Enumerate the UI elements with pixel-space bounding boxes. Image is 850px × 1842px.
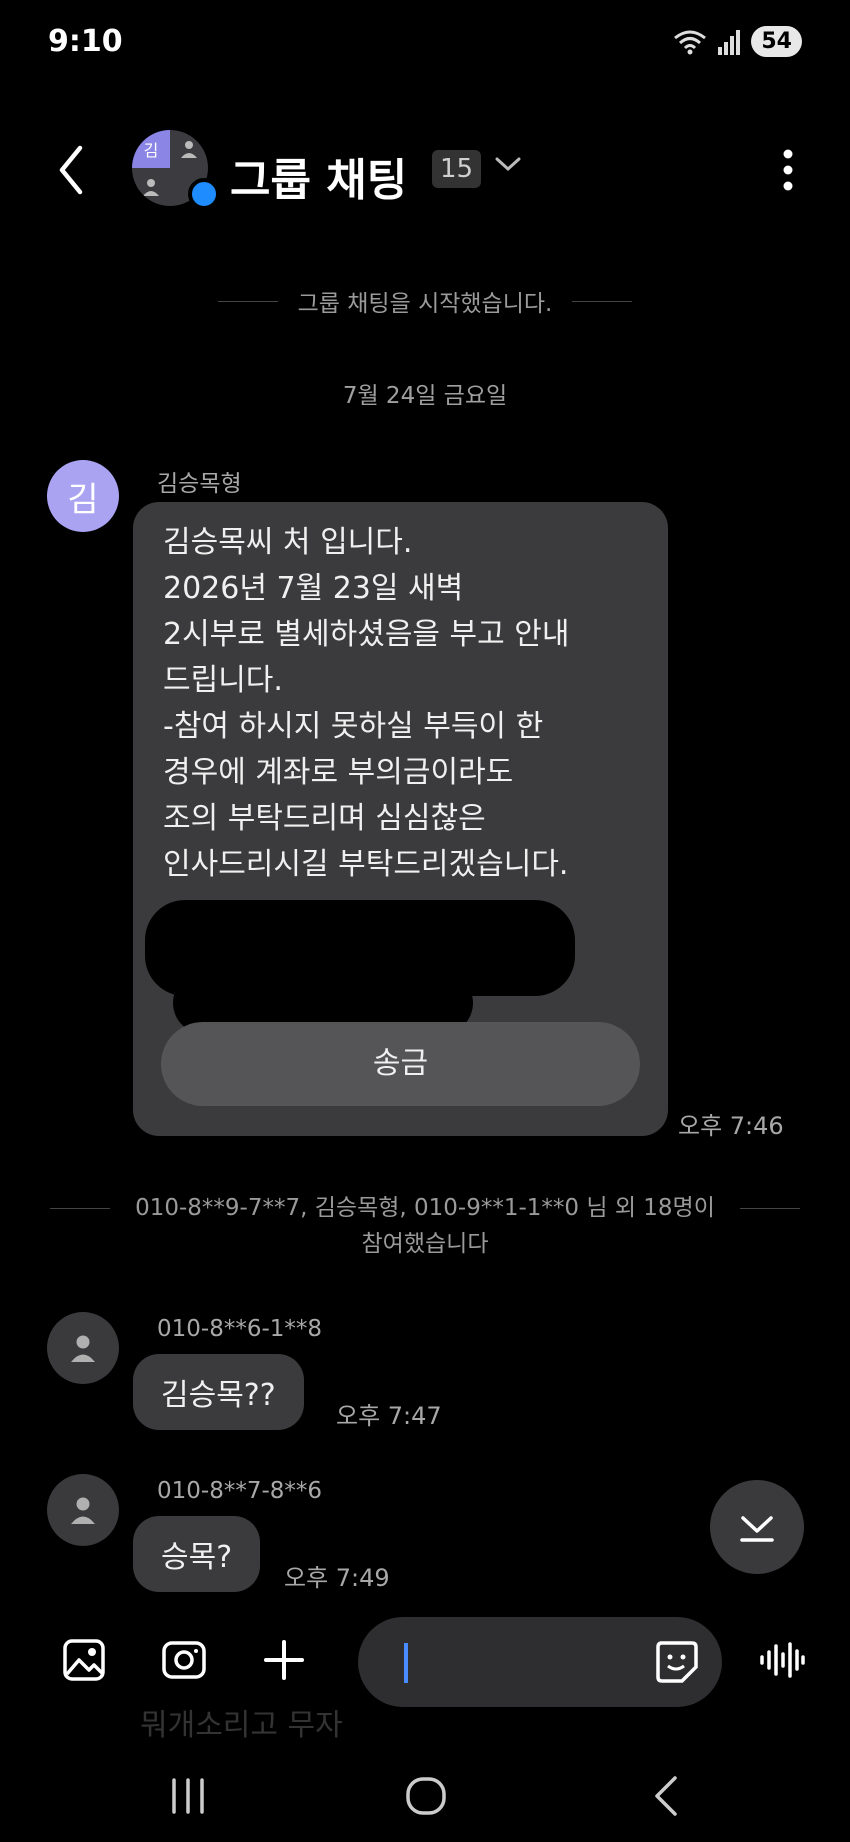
wifi-icon (674, 30, 707, 54)
person-icon (170, 130, 208, 168)
date-separator: 7월 24일 금요일 (342, 383, 508, 409)
sender-name: 김승목형 (157, 471, 242, 497)
chat-badge-icon (188, 178, 220, 210)
voice-input-button[interactable] (754, 1632, 810, 1688)
message-time: 오후 7:49 (284, 1564, 390, 1592)
plus-icon (264, 1640, 304, 1680)
image-icon (63, 1639, 105, 1681)
chevron-left-icon (655, 1776, 677, 1816)
camera-button[interactable] (156, 1632, 212, 1688)
arrow-down-icon (740, 1516, 774, 1542)
message-bubble[interactable]: 김승목?? (133, 1354, 304, 1430)
message-bubble[interactable]: 김승목씨 처 입니다. 2026년 7월 23일 새벽 2시부로 별세하셨음을 … (133, 502, 668, 1136)
message-composer (0, 1612, 850, 1712)
system-notice-started: 그룹 채팅을 시작했습니다. (50, 284, 800, 318)
divider (572, 300, 633, 302)
text-cursor (404, 1643, 408, 1683)
battery-level: 54 (751, 26, 802, 57)
message-line: 2시부로 별세하셨음을 부고 안내 (163, 617, 570, 652)
more-vertical-icon (783, 149, 793, 191)
message-time: 오후 7:47 (336, 1402, 442, 1430)
sender-name: 010-8**6-1**8 (157, 1316, 323, 1342)
message-line: 경우에 계좌로 부의금이라도 (163, 755, 514, 790)
message-bubble[interactable]: 승목? (133, 1516, 261, 1592)
message-line: 2026년 7월 23일 새벽 (163, 571, 464, 606)
scroll-to-bottom-button[interactable] (710, 1480, 804, 1574)
chevron-down-icon[interactable] (494, 154, 522, 178)
recents-icon (172, 1778, 204, 1814)
status-time: 9:10 (48, 24, 123, 59)
sender-name: 010-8**7-8**6 (157, 1478, 323, 1504)
chat-screen: 9:10 54 김 그룹 채팅 15 그룹 채팅을 시작했습니다. 7월 24일… (0, 0, 850, 1842)
system-text: 010-8**9-7**7, 김승목형, 010-9**1-1**0 님 외 1… (135, 1195, 715, 1221)
chat-title[interactable]: 그룹 채팅 (230, 144, 407, 208)
system-text: 참여했습니다 (361, 1231, 489, 1257)
avatar[interactable] (47, 1474, 119, 1546)
divider (50, 1208, 110, 1209)
member-count-badge: 15 (432, 150, 482, 188)
waveform-icon (760, 1642, 805, 1678)
message-time: 오후 7:46 (678, 1112, 784, 1140)
more-options-button[interactable] (782, 148, 794, 192)
recent-apps-button[interactable] (158, 1766, 218, 1826)
home-icon (406, 1777, 446, 1815)
person-icon (71, 1497, 95, 1524)
sticker-icon (656, 1641, 698, 1683)
message-line: -참여 하시지 못하실 부득이 한 (163, 709, 544, 744)
avatar[interactable] (47, 1312, 119, 1384)
message-line: 드립니다. (163, 663, 283, 698)
gallery-button[interactable] (56, 1632, 112, 1688)
emoji-sticker-button[interactable] (652, 1637, 700, 1689)
home-button[interactable] (396, 1766, 456, 1826)
status-icons: 54 (673, 26, 802, 57)
message-line: 조의 부탁드리며 심심찮은 (163, 801, 486, 836)
person-icon (132, 168, 170, 206)
add-button[interactable] (256, 1632, 312, 1688)
divider (740, 1208, 800, 1209)
back-nav-button[interactable] (636, 1766, 696, 1826)
avatar[interactable]: 김 (47, 460, 119, 532)
system-notice-joined: 010-8**9-7**7, 김승목형, 010-9**1-1**0 님 외 1… (50, 1190, 800, 1262)
system-navigation-bar (0, 1752, 850, 1842)
divider (217, 300, 278, 302)
system-text: 그룹 채팅을 시작했습니다. (297, 291, 553, 317)
message-input[interactable] (358, 1617, 722, 1707)
signal-icon (718, 29, 741, 55)
camera-icon (162, 1641, 206, 1679)
message-line: 김승목씨 처 입니다. (163, 525, 413, 560)
message-line: 인사드리시길 부탁드리겠습니다. (163, 847, 569, 882)
avatar-quadrant-letter: 김 (132, 130, 170, 168)
person-icon (71, 1335, 95, 1362)
back-button[interactable] (52, 140, 92, 200)
send-money-button[interactable]: 송금 (161, 1022, 640, 1106)
chevron-left-icon (59, 145, 83, 195)
